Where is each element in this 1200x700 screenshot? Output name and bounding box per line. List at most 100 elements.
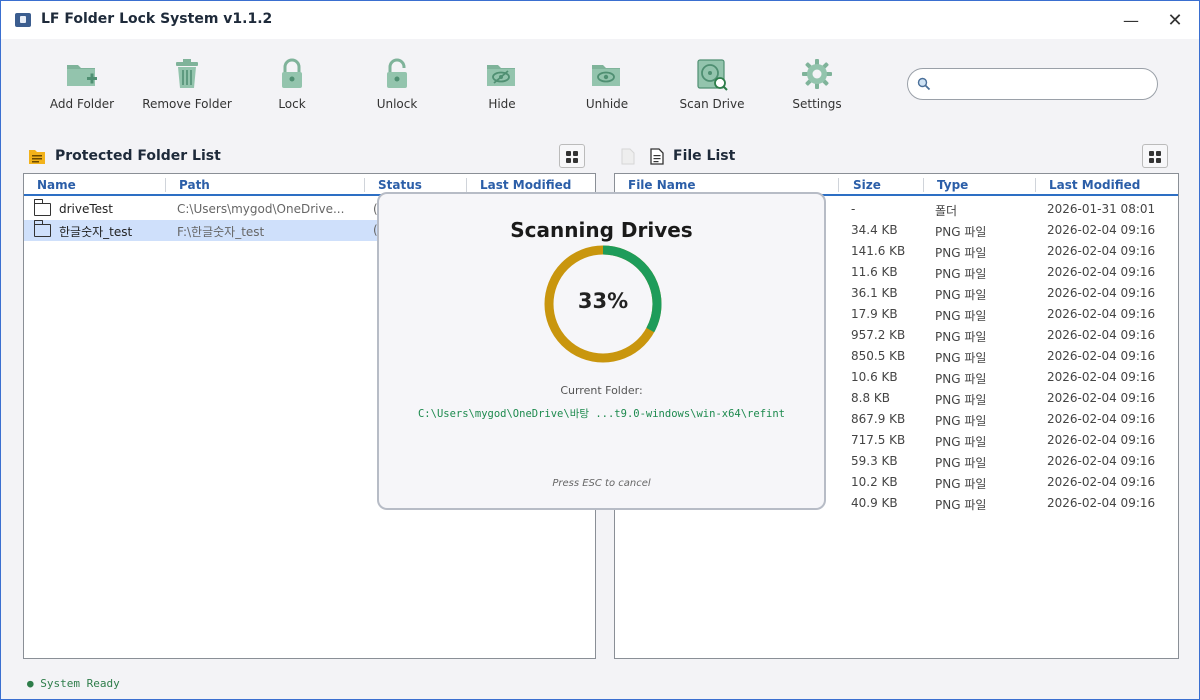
- row-size: 59.3 KB: [851, 454, 898, 468]
- row-type: 폴더: [935, 204, 958, 218]
- unhide-button[interactable]: Unhide: [557, 57, 657, 111]
- app-window: LF Folder Lock System v1.1.2 — ✕ Add Fol…: [0, 0, 1200, 700]
- row-path: C:\Users\mygod\OneDrive...: [177, 202, 345, 216]
- settings-label: Settings: [792, 97, 842, 111]
- file-list-title: File List: [673, 148, 736, 164]
- row-type: PNG 파일: [935, 393, 987, 407]
- row-path: F:\한글숫자_test: [177, 225, 265, 239]
- title-bar: LF Folder Lock System v1.1.2 — ✕: [1, 1, 1199, 39]
- progress-percent: 33%: [577, 289, 629, 313]
- row-size: -: [851, 202, 856, 216]
- row-type: PNG 파일: [935, 225, 987, 239]
- remove-folder-button[interactable]: Remove Folder: [137, 57, 237, 111]
- row-modified: 2026-02-04 09:16: [1047, 391, 1156, 405]
- remove-folder-label: Remove Folder: [142, 97, 232, 111]
- col-file-name[interactable]: File Name: [628, 178, 696, 192]
- row-name: 한글숫자_test: [59, 225, 133, 239]
- status-text: ● System Ready: [27, 677, 120, 690]
- col-type[interactable]: Type: [937, 178, 968, 192]
- lock-label: Lock: [278, 97, 306, 111]
- settings-button[interactable]: Settings: [767, 57, 867, 111]
- row-size: 10.6 KB: [851, 370, 898, 384]
- row-type: PNG 파일: [935, 435, 987, 449]
- toolbar: Add Folder Remove Folder Lock Unlock Hid…: [1, 39, 1199, 129]
- col-status[interactable]: Status: [378, 178, 422, 192]
- row-name: driveTest: [59, 202, 113, 216]
- current-folder-path: C:\Users\mygod\OneDrive\바탕 ...t9.0-windo…: [417, 408, 785, 420]
- row-type: PNG 파일: [935, 477, 987, 491]
- scan-drive-button[interactable]: Scan Drive: [662, 57, 762, 111]
- lock-icon: [282, 58, 302, 88]
- row-modified: 2026-02-04 09:16: [1047, 286, 1156, 300]
- scanning-title: Scanning Drives: [510, 218, 693, 242]
- add-folder-label: Add Folder: [49, 97, 115, 111]
- col-path[interactable]: Path: [179, 178, 210, 192]
- scanning-dialog: Scanning Drives 33% Current Folder: C:\U…: [377, 192, 826, 510]
- drive-scan-icon: [697, 59, 728, 91]
- cancel-hint: Press ESC to cancel: [552, 478, 651, 489]
- col-file-last-modified[interactable]: Last Modified: [1049, 178, 1140, 192]
- window-title: LF Folder Lock System v1.1.2: [41, 11, 273, 27]
- unlock-button[interactable]: Unlock: [347, 57, 447, 111]
- col-last-modified[interactable]: Last Modified: [480, 178, 571, 192]
- folder-plus-icon: [67, 65, 97, 86]
- minimize-button[interactable]: —: [1111, 7, 1151, 35]
- row-type: PNG 파일: [935, 456, 987, 470]
- hide-label: Hide: [488, 97, 516, 111]
- row-size: 10.2 KB: [851, 475, 898, 489]
- folder-icon: [34, 199, 51, 216]
- eye-off-icon: [487, 65, 515, 86]
- app-logo-icon: [15, 13, 31, 27]
- trash-icon: [176, 59, 198, 88]
- file-blank-icon: [621, 148, 635, 165]
- scan-drive-label: Scan Drive: [679, 97, 745, 111]
- row-size: 717.5 KB: [851, 433, 906, 447]
- row-modified: 2026-02-04 09:16: [1047, 349, 1156, 363]
- row-type: PNG 파일: [935, 288, 987, 302]
- file-list-icon: [650, 148, 664, 165]
- col-name[interactable]: Name: [37, 178, 76, 192]
- search-box[interactable]: [907, 68, 1158, 100]
- row-type: PNG 파일: [935, 498, 987, 512]
- row-modified: 2026-02-04 09:16: [1047, 265, 1156, 279]
- row-size: 11.6 KB: [851, 265, 898, 279]
- row-modified: 2026-02-04 09:16: [1047, 370, 1156, 384]
- row-modified: 2026-02-04 09:16: [1047, 496, 1156, 510]
- row-modified: 2026-02-04 09:16: [1047, 307, 1156, 321]
- row-size: 36.1 KB: [851, 286, 898, 300]
- search-icon: [917, 77, 931, 91]
- row-modified: 2026-02-04 09:16: [1047, 244, 1156, 258]
- row-modified: 2026-02-04 09:16: [1047, 433, 1156, 447]
- row-size: 34.4 KB: [851, 223, 898, 237]
- lock-button[interactable]: Lock: [242, 57, 342, 111]
- unhide-label: Unhide: [585, 97, 629, 111]
- row-type: PNG 파일: [935, 267, 987, 281]
- row-modified: 2026-02-04 09:16: [1047, 328, 1156, 342]
- hide-button[interactable]: Hide: [452, 57, 552, 111]
- protected-folder-icon: [29, 150, 45, 164]
- col-size[interactable]: Size: [853, 178, 881, 192]
- add-folder-button[interactable]: Add Folder: [32, 57, 132, 111]
- close-button[interactable]: ✕: [1155, 7, 1195, 35]
- row-size: 8.8 KB: [851, 391, 890, 405]
- row-type: PNG 파일: [935, 372, 987, 386]
- row-modified: 2026-02-04 09:16: [1047, 223, 1156, 237]
- status-bar: ● System Ready: [1, 671, 1199, 699]
- row-size: 141.6 KB: [851, 244, 906, 258]
- row-type: PNG 파일: [935, 330, 987, 344]
- row-modified: 2026-02-04 09:16: [1047, 475, 1156, 489]
- row-modified: 2026-02-04 09:16: [1047, 454, 1156, 468]
- folder-icon: [34, 220, 51, 237]
- row-size: 957.2 KB: [851, 328, 906, 342]
- left-view-toggle-button[interactable]: [559, 144, 585, 168]
- row-type: PNG 파일: [935, 351, 987, 365]
- row-size: 850.5 KB: [851, 349, 906, 363]
- row-modified: 2026-01-31 08:01: [1047, 202, 1156, 216]
- row-type: PNG 파일: [935, 309, 987, 323]
- row-size: 40.9 KB: [851, 496, 898, 510]
- row-type: PNG 파일: [935, 414, 987, 428]
- eye-icon: [592, 65, 620, 86]
- right-view-toggle-button[interactable]: [1142, 144, 1168, 168]
- search-input[interactable]: [936, 74, 1146, 94]
- row-type: PNG 파일: [935, 246, 987, 260]
